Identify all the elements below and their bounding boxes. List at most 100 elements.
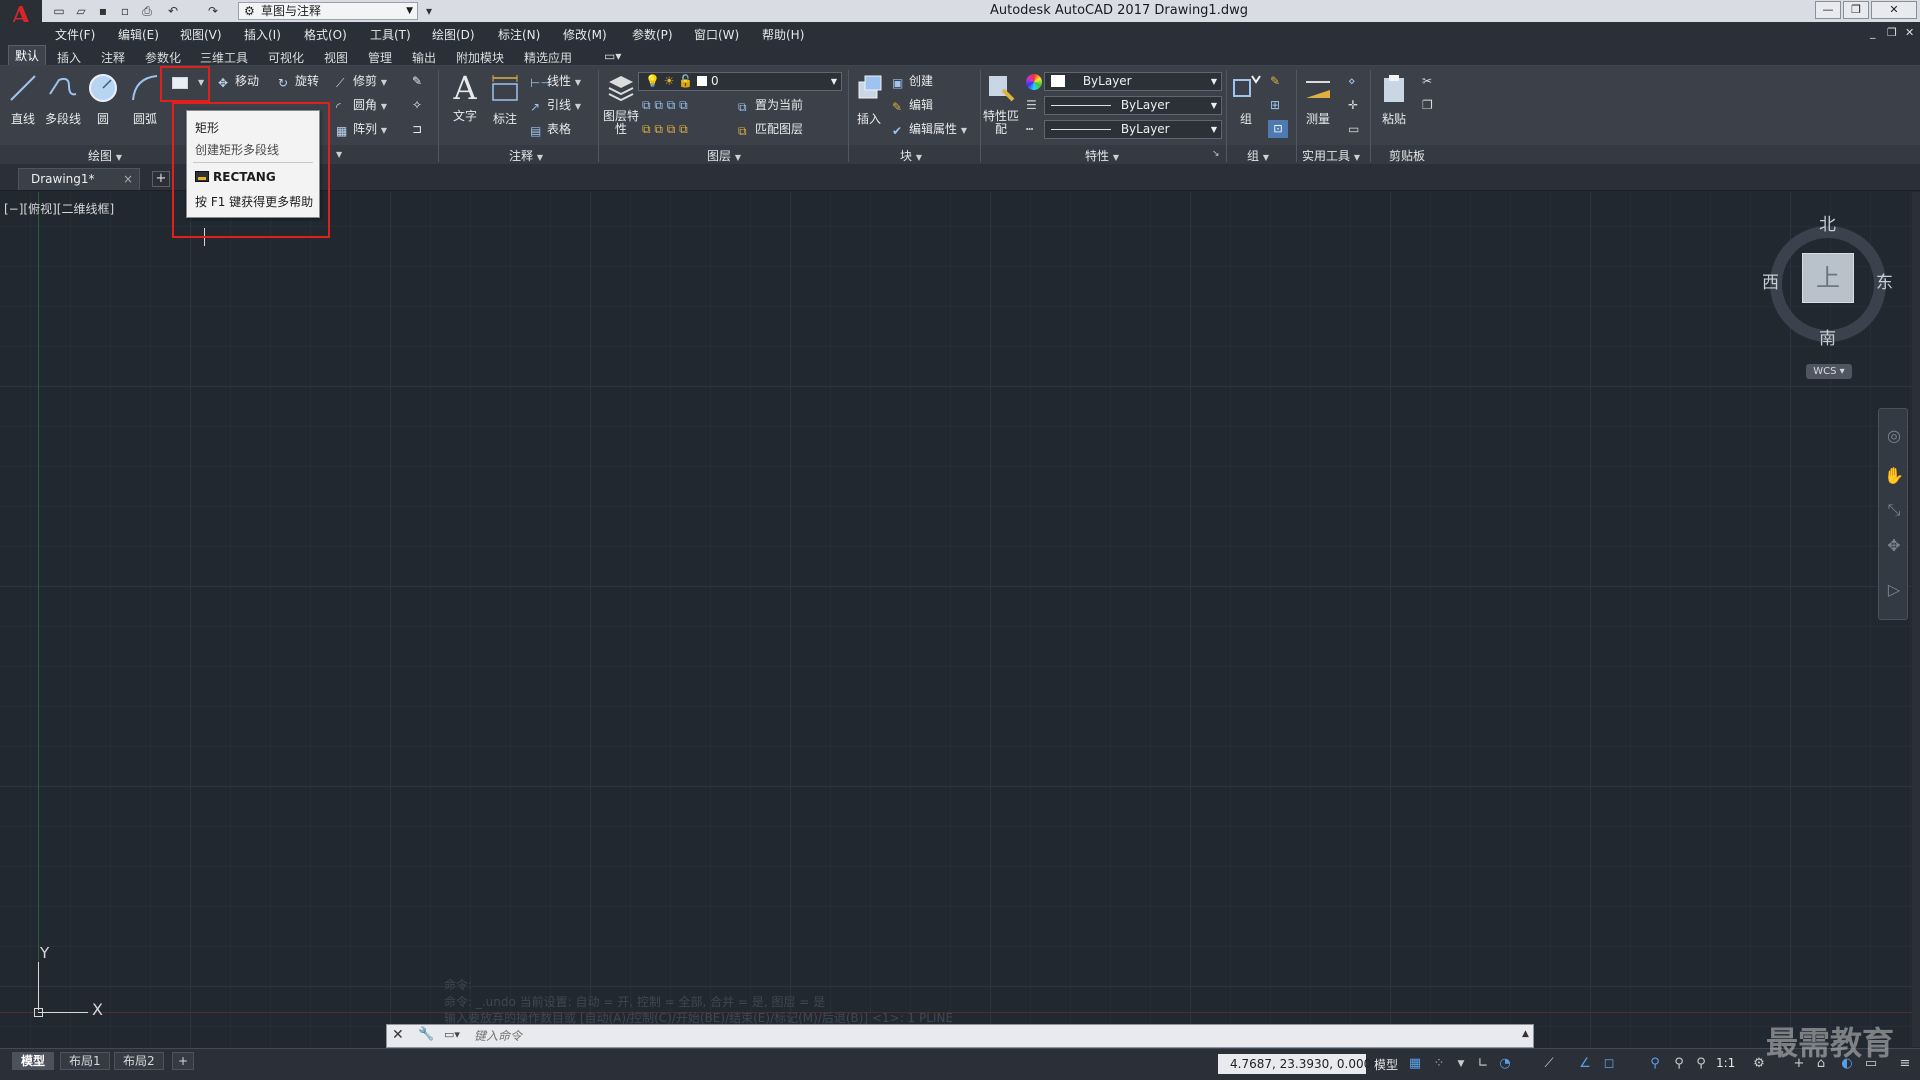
paste-button[interactable]: 粘贴 — [1374, 72, 1414, 127]
annotation-scale-icon[interactable]: ⚲ — [1692, 1055, 1710, 1073]
menu-window[interactable]: 窗口(W) — [694, 26, 739, 43]
restore-button[interactable]: ❐ — [1843, 1, 1869, 19]
menu-tools[interactable]: 工具(T) — [370, 26, 411, 43]
quick-select-icon[interactable]: ⋄ — [1348, 72, 1356, 90]
compass-north[interactable]: 北 — [1819, 210, 1836, 235]
plot-icon[interactable]: ⎙ — [138, 3, 156, 19]
tab-view[interactable]: 视图 — [324, 49, 348, 66]
circle-button[interactable]: 圆 — [82, 72, 124, 127]
menu-view[interactable]: 视图(V) — [180, 26, 222, 43]
create-block-button[interactable]: ▣ 创建 — [892, 72, 933, 90]
text-button[interactable]: A 文字 — [444, 72, 486, 124]
auto-scale-icon[interactable]: ⚲ — [1670, 1055, 1688, 1073]
match-layer-button[interactable]: ⧉ 匹配图层 — [738, 120, 803, 138]
object-snap-tracking-icon[interactable]: ∠ — [1576, 1055, 1594, 1073]
lineweight-dropdown[interactable]: ByLayer ▼ — [1044, 96, 1222, 115]
layout-tab-layout2[interactable]: 布局2 — [114, 1052, 164, 1070]
viewcube-top-face[interactable]: 上 — [1802, 253, 1854, 303]
point-icon[interactable]: ✛ — [1348, 96, 1358, 114]
group-edit-icon[interactable]: ⊞ — [1270, 96, 1280, 114]
wcs-menu-button[interactable]: WCS ▾ — [1806, 364, 1852, 379]
line-button[interactable]: 直线 — [2, 72, 44, 127]
new-file-icon[interactable]: ▭ — [50, 3, 68, 19]
rotate-button[interactable]: ↻ 旋转 — [278, 72, 319, 90]
match-properties-button[interactable]: 特性匹配 — [980, 72, 1022, 136]
layer-tools-row-2[interactable]: ⧉ ⧉ ⧉ ⧉ — [642, 120, 688, 138]
array-button[interactable]: ▦ 阵列 ▼ — [336, 120, 387, 138]
snap-icon[interactable]: ⁘ — [1430, 1055, 1448, 1073]
tab-default[interactable]: 默认 — [8, 45, 47, 65]
compass-west[interactable]: 西 — [1762, 268, 1779, 293]
workspace-dropdown[interactable]: ⚙ 草图与注释 ▼ — [238, 2, 418, 20]
save-icon[interactable]: ▪ — [94, 3, 112, 19]
customization-menu-icon[interactable]: ≡ — [1896, 1055, 1914, 1073]
ortho-icon[interactable]: ∟ — [1474, 1055, 1492, 1073]
linetype-dropdown[interactable]: ByLayer ▼ — [1044, 120, 1222, 139]
cut-icon[interactable]: ✂ — [1422, 72, 1432, 90]
document-tab-drawing1[interactable]: Drawing1* × — [18, 168, 140, 190]
menu-format[interactable]: 格式(O) — [304, 26, 347, 43]
customize-qat-icon[interactable]: ▾ — [420, 3, 438, 19]
linear-dim-button[interactable]: ⊢⊣线性 ▼ — [530, 72, 581, 90]
tab-annotate[interactable]: 注释 — [101, 49, 125, 66]
isodraft-icon[interactable]: ⟋ — [1540, 1055, 1558, 1073]
drawing-canvas[interactable] — [0, 192, 1912, 1047]
add-layout-button[interactable]: + — [172, 1052, 195, 1070]
erase-icon[interactable]: ✎ — [412, 72, 422, 90]
menu-help[interactable]: 帮助(H) — [762, 26, 804, 43]
layers-panel-title[interactable]: 图层 ▼ — [694, 147, 754, 163]
edit-block-button[interactable]: ✎ 编辑 — [892, 96, 933, 114]
save-as-icon[interactable]: ▫ — [116, 3, 134, 19]
tab-addins[interactable]: 附加模块 — [456, 49, 504, 66]
set-current-layer-button[interactable]: ⧉ 置为当前 — [738, 96, 803, 114]
utilities-panel-title[interactable]: 实用工具 ▼ — [1298, 147, 1364, 163]
measure-button[interactable]: 测量 — [1296, 72, 1340, 127]
doc-restore-button[interactable]: ❐ — [1887, 26, 1897, 39]
menu-draw[interactable]: 绘图(D) — [432, 26, 475, 43]
insert-block-button[interactable]: 插入 — [848, 72, 890, 127]
compass-east[interactable]: 东 — [1876, 268, 1893, 293]
table-button[interactable]: ▤ 表格 — [530, 120, 571, 138]
doc-minimize-button[interactable]: _ — [1870, 26, 1876, 39]
new-drawing-tab-button[interactable]: + — [152, 171, 170, 187]
modify-panel-expand-icon[interactable]: ▼ — [336, 150, 342, 159]
layer-dropdown[interactable]: 💡 ☀ 🔓 0 ▼ — [638, 72, 842, 91]
close-icon[interactable]: × — [123, 169, 133, 189]
menu-dimension[interactable]: 标注(N) — [498, 26, 540, 43]
groups-panel-title[interactable]: 组 ▼ — [1238, 147, 1278, 163]
layer-tools-row-1[interactable]: ⧉ ⧉ ⧉ ⧉ — [642, 96, 688, 114]
viewport-controls[interactable]: [−][俯视][二维线框] — [4, 200, 114, 217]
vertical-scrollbar[interactable] — [1912, 192, 1920, 1047]
menu-modify[interactable]: 修改(M) — [563, 26, 607, 43]
tab-output[interactable]: 输出 — [412, 49, 436, 66]
steering-wheel-icon[interactable]: ◎ — [1884, 426, 1904, 446]
redo-icon[interactable]: ↷ — [204, 3, 222, 19]
command-input[interactable] — [474, 1026, 1514, 1046]
compass-south[interactable]: 南 — [1819, 324, 1836, 349]
annotation-scale-value[interactable]: 1:1 — [1716, 1056, 1735, 1070]
fillet-button[interactable]: ◜ 圆角 ▼ — [336, 96, 387, 114]
ribbon-display-toggle-icon[interactable]: ▭▾ — [604, 49, 621, 63]
dimension-button[interactable]: 标注 — [484, 72, 526, 127]
trim-button[interactable]: ⟋ 修剪 ▼ — [336, 72, 387, 90]
tab-insert[interactable]: 插入 — [57, 49, 81, 66]
offset-icon[interactable]: ⊐ — [412, 120, 422, 138]
zoom-extents-icon[interactable]: ⤡ — [1884, 500, 1904, 520]
draw-panel-title[interactable]: 绘图 ▼ — [80, 147, 130, 163]
leader-button[interactable]: ↗ 引线 ▼ — [530, 96, 581, 114]
block-panel-title[interactable]: 块 ▼ — [886, 147, 936, 163]
tab-featured-apps[interactable]: 精选应用 — [524, 49, 572, 66]
showmotion-icon[interactable]: ▷ — [1884, 580, 1904, 600]
minimize-button[interactable]: — — [1815, 1, 1841, 19]
layout-tab-model[interactable]: 模型 — [12, 1052, 55, 1070]
polar-icon[interactable]: ◔ — [1496, 1055, 1514, 1073]
grid-icon[interactable]: ▦ — [1406, 1055, 1424, 1073]
model-space-button[interactable]: 模型 — [1374, 1056, 1398, 1073]
ungroup-icon[interactable]: ✎ — [1270, 72, 1280, 90]
color-wheel-icon[interactable] — [1026, 74, 1042, 90]
copy-clip-icon[interactable]: ❐ — [1422, 96, 1433, 114]
group-button[interactable]: 组 — [1226, 72, 1266, 127]
close-icon[interactable]: ✕ — [392, 1027, 404, 1043]
chevron-down-icon[interactable]: ▼ — [198, 78, 204, 87]
tab-parametric[interactable]: 参数化 — [145, 49, 181, 66]
